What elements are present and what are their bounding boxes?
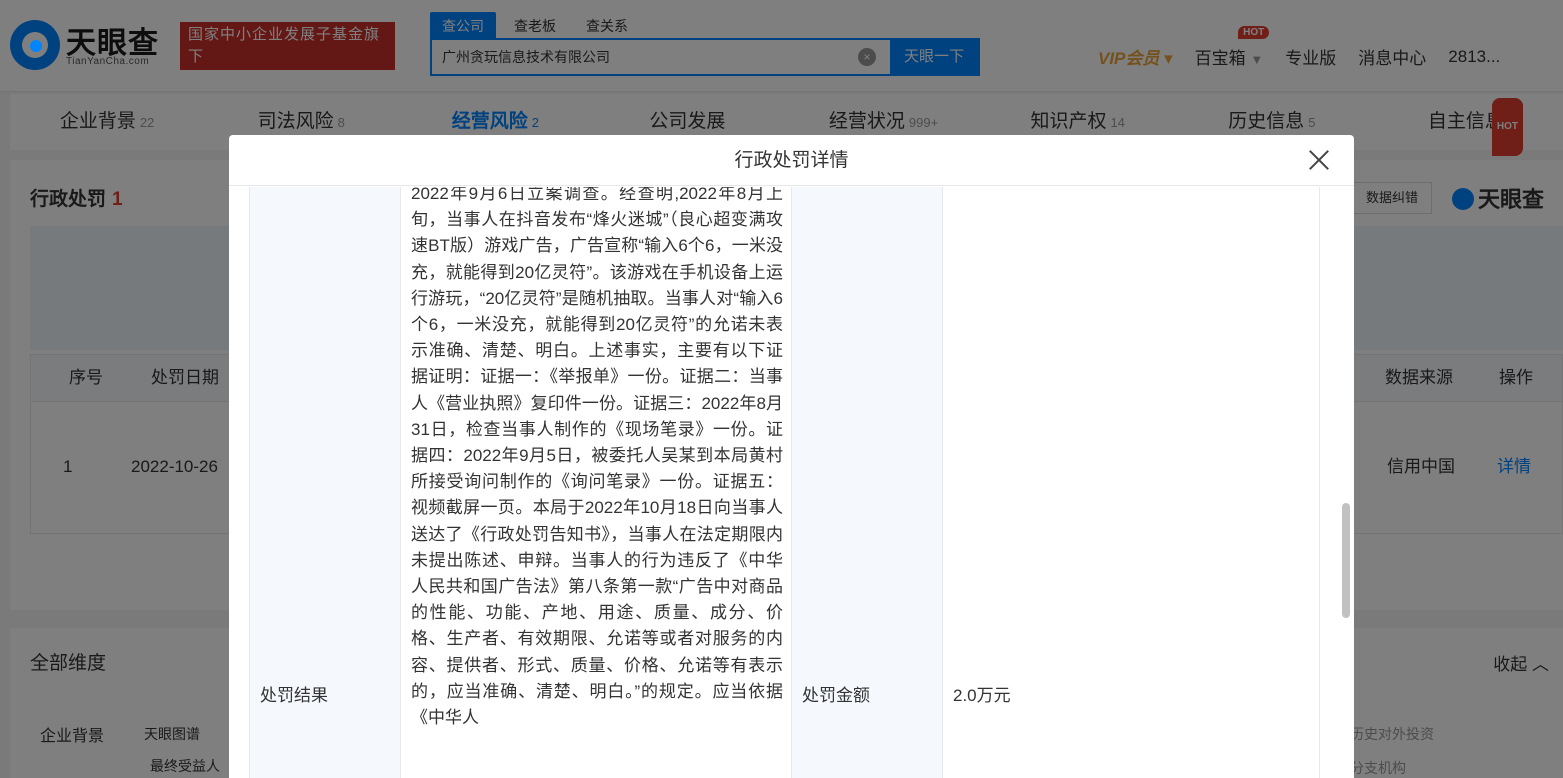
detail-table: 处罚结果 2022年9月6日立案调查。经查明,2022年8月上旬，当事人在抖音发…: [249, 187, 1320, 778]
label-amount: 处罚金额: [802, 686, 870, 705]
penalty-result-text: 2022年9月6日立案调查。经查明,2022年8月上旬，当事人在抖音发布“烽火迷…: [411, 187, 783, 728]
modal-title: 行政处罚详情: [734, 150, 849, 171]
label-cell-result: 处罚结果: [250, 187, 401, 778]
close-icon[interactable]: [1308, 149, 1330, 171]
scroll-thumb[interactable]: [1342, 503, 1350, 618]
value-cell-result: 2022年9月6日立案调查。经查明,2022年8月上旬，当事人在抖音发布“烽火迷…: [401, 187, 792, 778]
modal-scrollbar[interactable]: [1342, 187, 1350, 778]
label-result: 处罚结果: [260, 686, 328, 705]
penalty-amount: 2.0万元: [953, 686, 1011, 705]
penalty-detail-modal: 行政处罚详情 处罚结果 2022年9月6日立案调查。经查明,2022年8月上旬，…: [229, 135, 1354, 778]
modal-header: 行政处罚详情: [229, 135, 1354, 186]
label-cell-amount: 处罚金额: [792, 187, 943, 778]
value-cell-amount: 2.0万元: [943, 187, 1321, 778]
modal-body: 处罚结果 2022年9月6日立案调查。经查明,2022年8月上旬，当事人在抖音发…: [229, 187, 1354, 778]
